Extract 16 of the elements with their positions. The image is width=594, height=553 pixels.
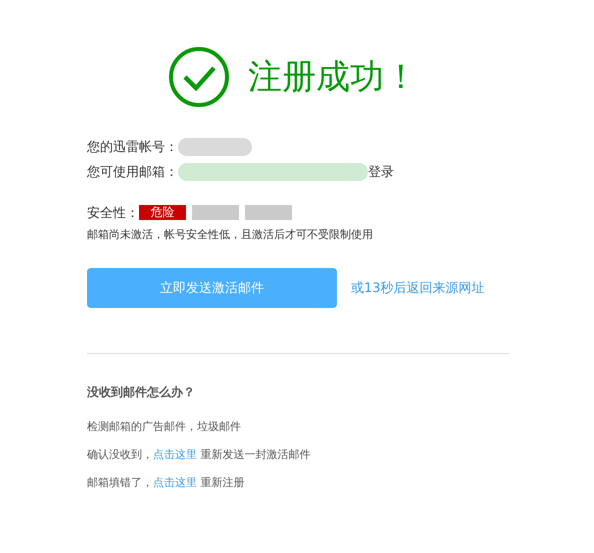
help-text: 邮箱填错了，点击这里 重新注册 <box>87 475 246 490</box>
security-label: 安全性： <box>87 204 139 222</box>
checkmark-icon <box>168 46 230 108</box>
success-title: 注册成功！ <box>248 56 418 99</box>
help-title: 没收到邮件怎么办？ <box>87 384 196 401</box>
account-label: 您的迅雷帐号： <box>87 138 178 156</box>
help-text: 检测邮箱的广告邮件，垃圾邮件 <box>87 419 242 434</box>
security-note: 邮箱尚未激活，帐号安全性低，且激活后才可不受限制使用 <box>87 227 374 242</box>
help-text: 确认没收到，点击这里 重新发送一封激活邮件 <box>87 447 312 462</box>
login-text: 登录 <box>368 164 394 180</box>
click-here-link[interactable]: 点击这里 <box>153 476 197 489</box>
strength-bar: 危险 <box>139 205 186 220</box>
return-link[interactable]: 或13秒后返回来源网址 <box>351 279 485 297</box>
send-activation-button[interactable]: 立即发送激活邮件 <box>87 268 337 308</box>
click-here-link[interactable]: 点击这里 <box>153 448 197 461</box>
email-label: 您可使用邮箱： <box>87 164 178 180</box>
